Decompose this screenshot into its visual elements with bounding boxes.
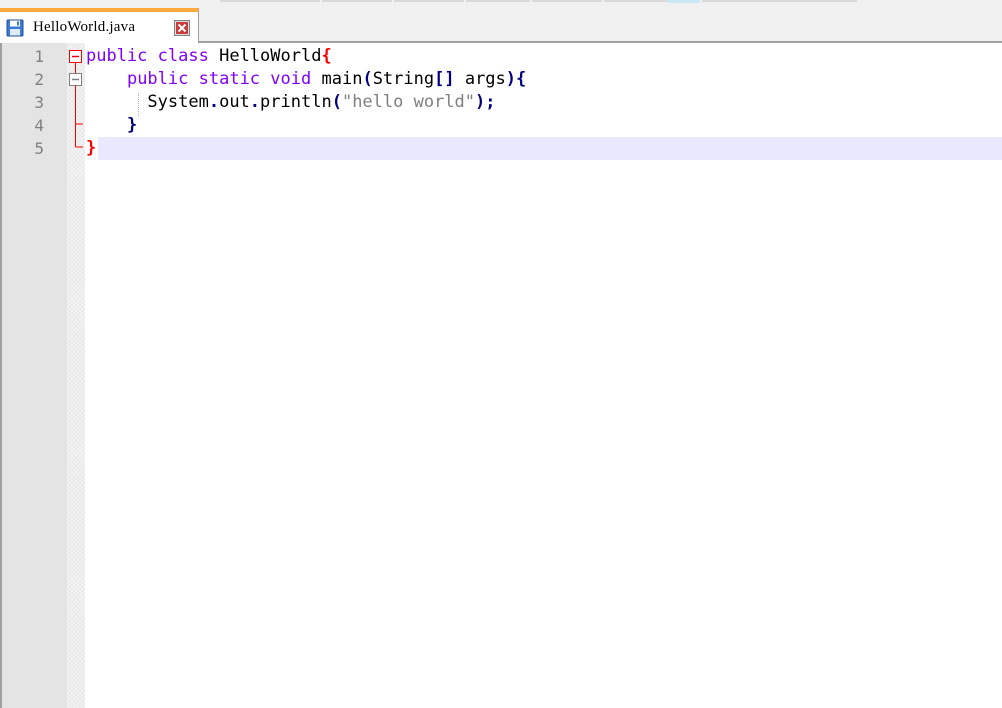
fold-markers bbox=[69, 50, 83, 148]
line-number-gutter: 1 2 3 4 5 bbox=[0, 43, 67, 708]
code-editor[interactable]: 1 2 3 4 5 public class HelloWorld{ publi… bbox=[0, 43, 1002, 708]
toolbar-separator bbox=[604, 0, 668, 2]
toolbar-highlight bbox=[668, 0, 700, 3]
code-token: . bbox=[208, 92, 220, 112]
tab-label: HelloWorld.java bbox=[33, 19, 136, 35]
code-token: ( bbox=[331, 92, 342, 112]
code-token: ){ bbox=[505, 69, 527, 89]
code-token: . bbox=[249, 92, 261, 112]
save-icon bbox=[6, 19, 24, 37]
toolbar-separator bbox=[532, 0, 602, 2]
line-number: 3 bbox=[34, 93, 44, 112]
code-token: "hello world" bbox=[341, 92, 476, 112]
code-line-5[interactable]: } bbox=[86, 137, 96, 160]
code-token: } bbox=[126, 115, 138, 135]
toolbar-separator bbox=[702, 0, 857, 2]
line-number: 4 bbox=[34, 116, 44, 135]
fold-collapse-icon[interactable] bbox=[69, 73, 82, 86]
toolbar-separator bbox=[322, 0, 392, 2]
code-token: ( bbox=[362, 69, 373, 89]
code-line-2[interactable]: public static void main(String[] args){ bbox=[86, 68, 526, 91]
line-number: 2 bbox=[34, 70, 44, 89]
code-token: { bbox=[321, 46, 332, 66]
code-token: void bbox=[270, 69, 312, 89]
line-number: 1 bbox=[34, 47, 44, 66]
code-token: args bbox=[454, 69, 506, 89]
toolbar-separator bbox=[466, 0, 530, 2]
code-token: main bbox=[311, 69, 363, 89]
code-token: HelloWorld bbox=[208, 46, 322, 66]
code-token: [] bbox=[434, 69, 455, 89]
code-token: out bbox=[219, 92, 250, 112]
tab-helloworld-java[interactable]: HelloWorld.java bbox=[0, 8, 199, 43]
code-token: static bbox=[198, 69, 261, 89]
code-token: } bbox=[86, 138, 97, 158]
line-number: 5 bbox=[34, 139, 44, 158]
code-token: String bbox=[372, 69, 435, 89]
code-token: println bbox=[260, 92, 332, 112]
current-line-highlight bbox=[98, 137, 1002, 160]
code-line-4[interactable]: } bbox=[86, 114, 137, 137]
toolbar-separator bbox=[394, 0, 464, 2]
code-token: public bbox=[126, 69, 189, 89]
toolbar-separator bbox=[220, 0, 320, 2]
tab-bar: HelloWorld.java bbox=[0, 6, 1002, 43]
code-line-1[interactable]: public class HelloWorld{ bbox=[86, 45, 332, 68]
fold-collapse-icon[interactable] bbox=[69, 50, 82, 63]
code-token: System bbox=[86, 92, 209, 112]
code-line-3[interactable]: System.out.println("hello world"); bbox=[86, 91, 496, 114]
code-token: public bbox=[86, 46, 148, 66]
code-token: ); bbox=[475, 92, 496, 112]
code-token: class bbox=[157, 46, 209, 66]
close-icon[interactable] bbox=[174, 20, 190, 36]
